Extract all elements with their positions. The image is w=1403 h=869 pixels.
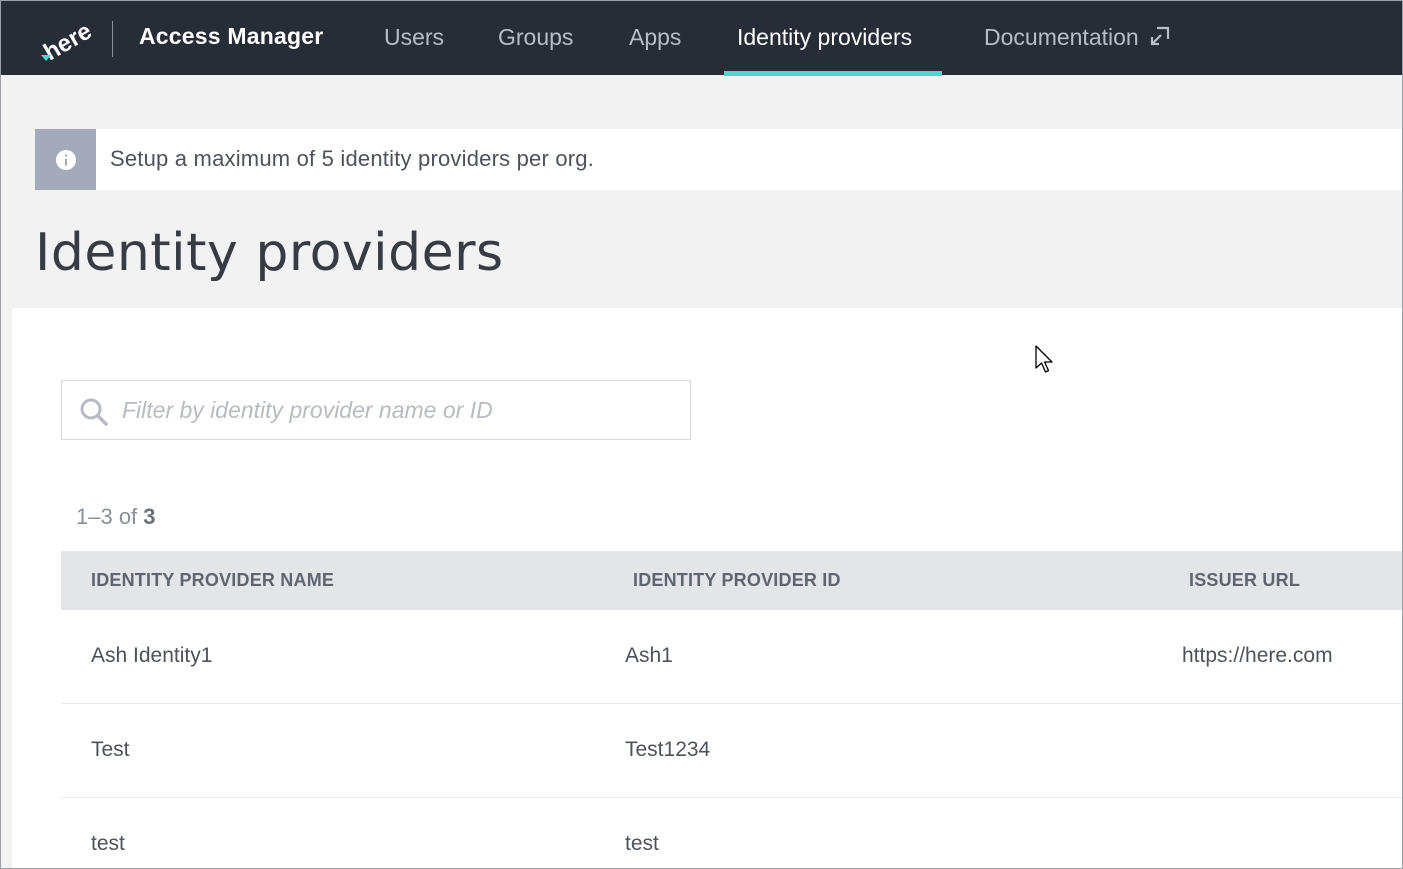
- search-icon: [80, 398, 108, 426]
- cell-provider-name[interactable]: Ash Identity1: [91, 644, 212, 668]
- nav-identity-providers[interactable]: Identity providers: [737, 24, 912, 51]
- cell-issuer-url: https://here.com: [1182, 644, 1333, 667]
- nav-users[interactable]: Users: [384, 24, 444, 51]
- info-icon: [55, 149, 76, 170]
- banner-message: Setup a maximum of 5 identity providers …: [110, 146, 595, 171]
- table-row[interactable]: Ash Identity1 Ash1 https://here.com: [61, 610, 1402, 704]
- cell-provider-id: test: [625, 832, 659, 855]
- results-count: 1–3 of 3: [76, 504, 156, 530]
- table-header: IDENTITY PROVIDER NAME IDENTITY PROVIDER…: [61, 551, 1402, 610]
- banner-icon-box: [35, 129, 96, 190]
- search-input[interactable]: [122, 381, 682, 439]
- info-banner: Setup a maximum of 5 identity providers …: [35, 129, 1402, 190]
- external-link-icon: [1150, 26, 1169, 46]
- cell-provider-name[interactable]: test: [91, 832, 125, 856]
- here-logo[interactable]: here: [37, 17, 91, 63]
- identity-providers-table: IDENTITY PROVIDER NAME IDENTITY PROVIDER…: [61, 551, 1402, 868]
- active-tab-indicator: [724, 71, 942, 76]
- column-header-name[interactable]: IDENTITY PROVIDER NAME: [91, 570, 334, 591]
- column-header-issuer-url[interactable]: ISSUER URL: [1189, 570, 1300, 591]
- results-range: 1–3 of: [76, 504, 144, 529]
- table-row[interactable]: test test: [61, 798, 1402, 868]
- nav-groups[interactable]: Groups: [498, 24, 573, 51]
- results-total: 3: [143, 504, 156, 529]
- app-window: here Access Manager Users Groups Apps Id…: [0, 0, 1403, 869]
- column-header-id[interactable]: IDENTITY PROVIDER ID: [633, 570, 841, 591]
- cell-provider-id: Test1234: [625, 738, 711, 761]
- top-navigation-bar: here Access Manager Users Groups Apps Id…: [1, 1, 1402, 76]
- cell-provider-id: Ash1: [625, 644, 673, 667]
- page-title: Identity providers: [35, 223, 504, 283]
- app-name[interactable]: Access Manager: [139, 23, 323, 50]
- nav-documentation[interactable]: Documentation: [984, 24, 1171, 51]
- nav-documentation-label: Documentation: [984, 24, 1139, 50]
- content-panel: 1–3 of 3 IDENTITY PROVIDER NAME IDENTITY…: [12, 308, 1402, 868]
- table-row[interactable]: Test Test1234: [61, 704, 1402, 798]
- search-box[interactable]: [61, 380, 691, 440]
- mouse-cursor-icon: [1035, 345, 1053, 373]
- brand-divider: [112, 21, 113, 57]
- nav-apps[interactable]: Apps: [629, 24, 681, 51]
- cell-provider-name[interactable]: Test: [91, 738, 130, 762]
